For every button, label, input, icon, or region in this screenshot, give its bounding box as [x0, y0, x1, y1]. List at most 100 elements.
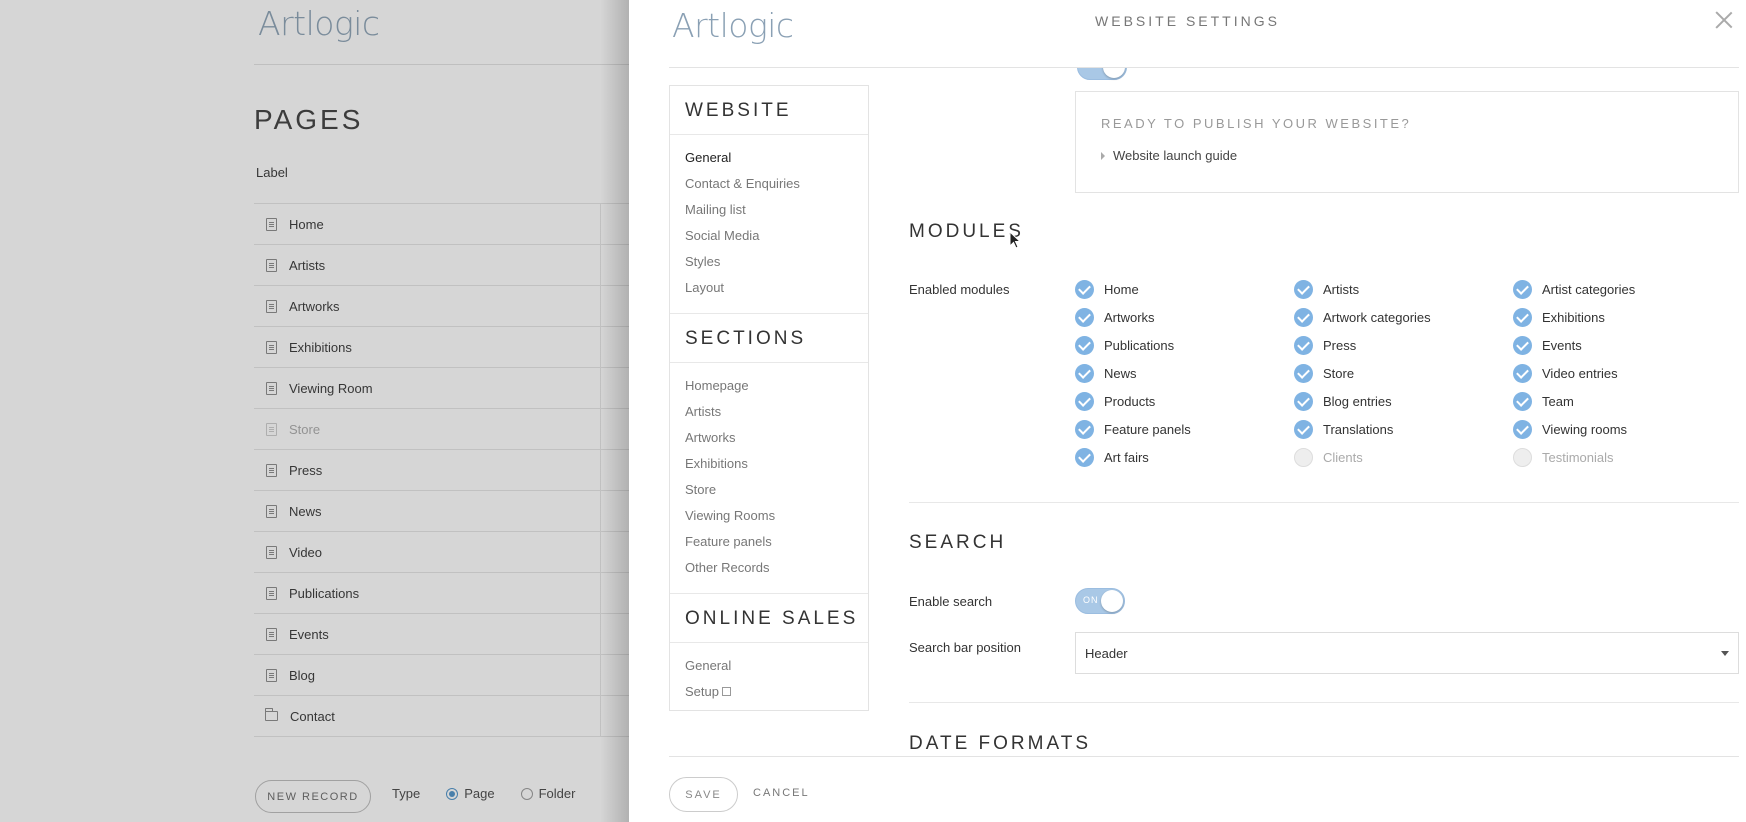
chevron-down-icon: [1721, 651, 1729, 656]
module-home[interactable]: Home: [1075, 280, 1294, 299]
checkmark-circle-icon[interactable]: [1075, 364, 1094, 383]
checkmark-circle-icon[interactable]: [1513, 364, 1532, 383]
module-artist-categories[interactable]: Artist categories: [1513, 280, 1739, 299]
checkmark-circle-icon[interactable]: [1513, 280, 1532, 299]
module-label: Home: [1104, 282, 1139, 297]
module-translations[interactable]: Translations: [1294, 420, 1513, 439]
nav-item-section-other-records[interactable]: Other Records: [670, 555, 868, 581]
nav-item-section-artists[interactable]: Artists: [670, 399, 868, 425]
section-divider: [909, 702, 1739, 703]
modules-grid: Home Artists Artist categories Artworks Artw…: [1075, 280, 1739, 467]
launch-guide-label: Website launch guide: [1113, 148, 1238, 163]
module-artwork-categories[interactable]: Artwork categories: [1294, 308, 1513, 327]
nav-item-label: Social Media: [685, 228, 760, 243]
search-bar-position-select[interactable]: Header: [1075, 632, 1739, 674]
module-team[interactable]: Team: [1513, 392, 1739, 411]
checkmark-circle-icon[interactable]: [1075, 308, 1094, 327]
nav-item-section-artworks[interactable]: Artworks: [670, 425, 868, 451]
module-video-entries[interactable]: Video entries: [1513, 364, 1739, 383]
module-viewing-rooms[interactable]: Viewing rooms: [1513, 420, 1739, 439]
module-label: Team: [1542, 394, 1574, 409]
checkmark-circle-icon[interactable]: [1513, 336, 1532, 355]
module-label: Blog entries: [1323, 394, 1392, 409]
nav-item-label: Store: [685, 482, 717, 497]
module-artworks[interactable]: Artworks: [1075, 308, 1294, 327]
nav-item-styles[interactable]: Styles: [670, 249, 868, 275]
search-bar-position-label: Search bar position: [909, 640, 1022, 655]
module-label: Store: [1323, 366, 1355, 381]
footer-divider: [669, 756, 1739, 757]
checkmark-circle-icon[interactable]: [1294, 308, 1313, 327]
checkmark-circle-icon[interactable]: [1513, 392, 1532, 411]
search-heading: SEARCH: [909, 532, 1007, 553]
module-publications[interactable]: Publications: [1075, 336, 1294, 355]
nav-item-contact-and-enquiries[interactable]: Contact & Enquiries: [670, 171, 868, 197]
nav-item-social-media[interactable]: Social Media: [670, 223, 868, 249]
checkmark-circle-icon[interactable]: [1513, 420, 1532, 439]
checkmark-circle-icon[interactable]: [1513, 308, 1532, 327]
module-events[interactable]: Events: [1513, 336, 1739, 355]
nav-section-website: General Contact & Enquiries Mailing list So…: [670, 135, 868, 314]
nav-item-layout[interactable]: Layout: [670, 275, 868, 301]
nav-item-online-sales-setup[interactable]: Setup: [670, 679, 868, 705]
module-store[interactable]: Store: [1294, 364, 1513, 383]
checkmark-circle-icon[interactable]: [1075, 280, 1094, 299]
external-link-icon: [721, 687, 731, 696]
nav-item-section-store[interactable]: Store: [670, 477, 868, 503]
checkmark-circle-icon[interactable]: [1075, 336, 1094, 355]
module-label: Feature panels: [1104, 422, 1191, 437]
nav-heading-website: WEBSITE: [670, 86, 868, 135]
nav-item-section-exhibitions[interactable]: Exhibitions: [670, 451, 868, 477]
nav-heading-online-sales: ONLINE SALES: [670, 594, 868, 643]
checkmark-circle-icon[interactable]: [1294, 420, 1313, 439]
nav-item-label: General: [685, 658, 732, 673]
toggle-switch[interactable]: [1077, 68, 1127, 80]
modal-title: WEBSITE SETTINGS: [1095, 13, 1280, 29]
nav-item-label: Mailing list: [685, 202, 746, 217]
nav-section-online-sales: General Setup: [670, 643, 868, 710]
module-feature-panels[interactable]: Feature panels: [1075, 420, 1294, 439]
module-blog-entries[interactable]: Blog entries: [1294, 392, 1513, 411]
nav-heading-sections: SECTIONS: [670, 314, 868, 363]
nav-item-section-homepage[interactable]: Homepage: [670, 373, 868, 399]
cancel-button[interactable]: CANCEL: [753, 787, 810, 799]
checkmark-circle-icon[interactable]: [1294, 392, 1313, 411]
nav-item-online-sales-general[interactable]: General: [670, 653, 868, 679]
publish-title: READY TO PUBLISH YOUR WEBSITE?: [1101, 116, 1412, 131]
module-label: Artworks: [1104, 310, 1155, 325]
save-button[interactable]: SAVE: [669, 777, 738, 812]
nav-item-section-feature-panels[interactable]: Feature panels: [670, 529, 868, 555]
module-press[interactable]: Press: [1294, 336, 1513, 355]
nav-item-label: Layout: [685, 280, 725, 295]
nav-item-label: Other Records: [685, 560, 770, 575]
module-label: Artists: [1323, 282, 1360, 297]
website-launch-guide-link[interactable]: Website launch guide: [1101, 148, 1237, 163]
module-artists[interactable]: Artists: [1294, 280, 1513, 299]
module-testimonials[interactable]: Testimonials: [1513, 448, 1739, 467]
module-art-fairs[interactable]: Art fairs: [1075, 448, 1294, 467]
module-news[interactable]: News: [1075, 364, 1294, 383]
module-exhibitions[interactable]: Exhibitions: [1513, 308, 1739, 327]
checkmark-circle-icon[interactable]: [1075, 392, 1094, 411]
checkmark-circle-icon[interactable]: [1075, 420, 1094, 439]
nav-item-label: Artworks: [685, 430, 736, 445]
module-label: Press: [1323, 338, 1357, 353]
nav-item-label: Setup: [685, 684, 719, 699]
checkmark-circle-icon[interactable]: [1294, 364, 1313, 383]
enable-search-toggle[interactable]: ON: [1075, 588, 1125, 614]
empty-circle-icon[interactable]: [1294, 448, 1313, 467]
module-clients[interactable]: Clients: [1294, 448, 1513, 467]
section-divider: [909, 502, 1739, 503]
nav-item-section-viewing-rooms[interactable]: Viewing Rooms: [670, 503, 868, 529]
nav-item-mailing-list[interactable]: Mailing list: [670, 197, 868, 223]
checkmark-circle-icon[interactable]: [1294, 280, 1313, 299]
expand-triangle-icon: [1101, 151, 1105, 160]
nav-item-general[interactable]: General: [670, 145, 868, 171]
checkmark-circle-icon[interactable]: [1075, 448, 1094, 467]
module-label: Translations: [1323, 422, 1394, 437]
checkmark-circle-icon[interactable]: [1294, 336, 1313, 355]
module-products[interactable]: Products: [1075, 392, 1294, 411]
empty-circle-icon[interactable]: [1513, 448, 1532, 467]
settings-content: READY TO PUBLISH YOUR WEBSITE? Website l…: [909, 68, 1739, 756]
close-icon[interactable]: [1714, 10, 1734, 30]
